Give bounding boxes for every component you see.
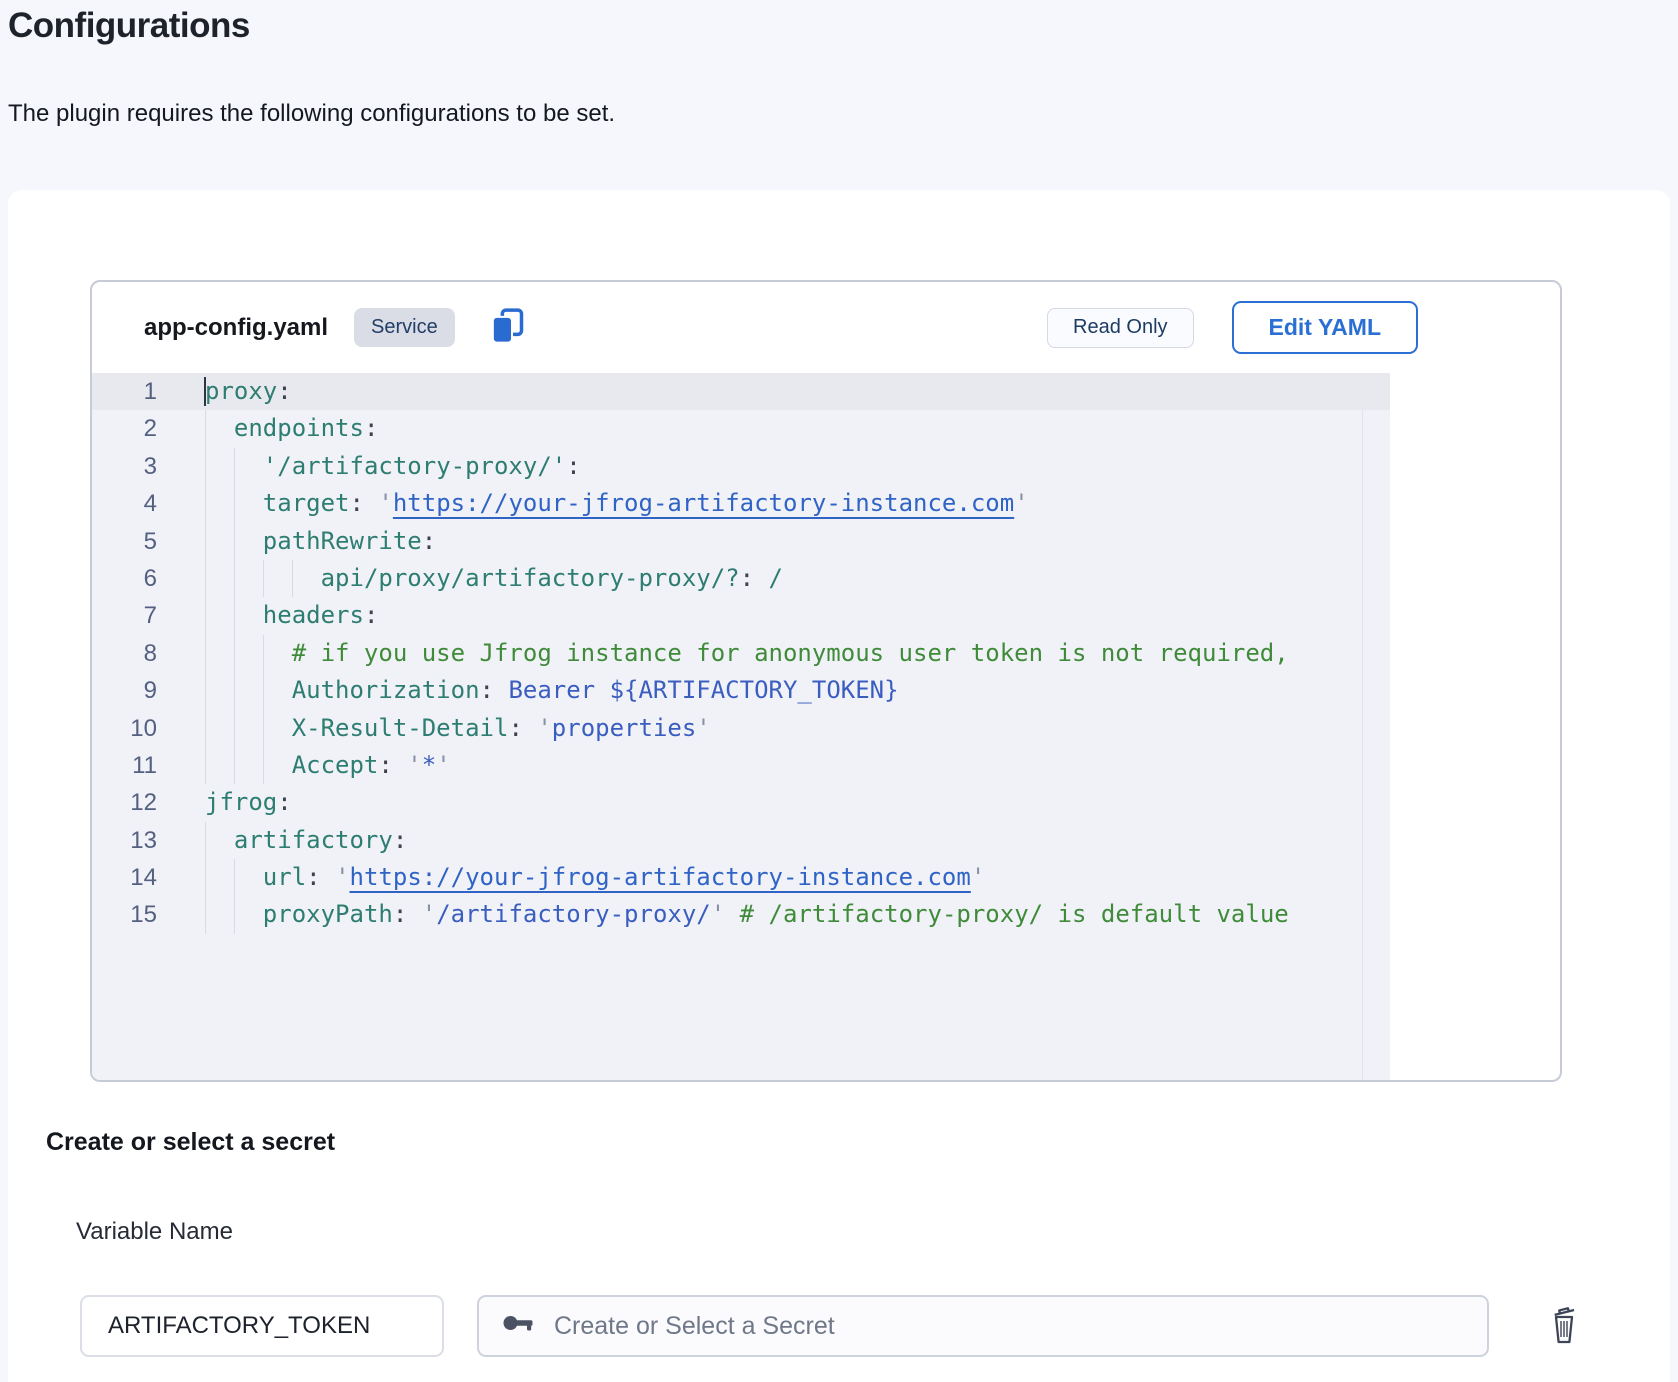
line-number: 3 <box>92 448 205 485</box>
line-number: 14 <box>92 859 205 896</box>
line-number: 12 <box>92 784 205 821</box>
line-number: 10 <box>92 710 205 747</box>
yaml-code-editor[interactable]: 1proxy:2endpoints:3'/artifactory-proxy/'… <box>92 373 1390 1080</box>
line-number: 11 <box>92 747 205 784</box>
configurations-panel: app-config.yaml Service Read Only Edit Y… <box>8 190 1670 1382</box>
line-number: 7 <box>92 597 205 634</box>
copy-button[interactable] <box>487 305 527 350</box>
code-line: 2endpoints: <box>92 410 1390 447</box>
line-number: 15 <box>92 896 205 933</box>
page-subtitle: The plugin requires the following config… <box>8 100 615 128</box>
code-line: 1proxy: <box>92 373 1390 410</box>
trash-icon <box>1546 1302 1582 1349</box>
read-only-button[interactable]: Read Only <box>1047 308 1194 348</box>
code-line: 8# if you use Jfrog instance for anonymo… <box>92 635 1390 672</box>
code-line: 3'/artifactory-proxy/': <box>92 448 1390 485</box>
secret-section-heading: Create or select a secret <box>46 1128 335 1157</box>
key-icon <box>503 1313 536 1340</box>
edit-yaml-button[interactable]: Edit YAML <box>1232 301 1418 354</box>
line-number: 8 <box>92 635 205 672</box>
line-number: 4 <box>92 485 205 522</box>
variable-name-input[interactable] <box>80 1295 444 1357</box>
line-number: 6 <box>92 560 205 597</box>
code-line: 12jfrog: <box>92 784 1390 821</box>
code-line: 4target: 'https://your-jfrog-artifactory… <box>92 485 1390 522</box>
service-badge: Service <box>354 308 455 347</box>
code-line: 9Authorization: Bearer ${ARTIFACTORY_TOK… <box>92 672 1390 709</box>
code-line: 14url: 'https://your-jfrog-artifactory-i… <box>92 859 1390 896</box>
editor-card-header: app-config.yaml Service Read Only Edit Y… <box>92 282 1560 373</box>
code-line: 7headers: <box>92 597 1390 634</box>
code-line: 5pathRewrite: <box>92 523 1390 560</box>
code-line: 13artifactory: <box>92 822 1390 859</box>
code-line: 11Accept: '*' <box>92 747 1390 784</box>
text-cursor <box>204 377 206 406</box>
code-line: 15proxyPath: '/artifactory-proxy/' # /ar… <box>92 896 1390 933</box>
delete-secret-button[interactable] <box>1544 1302 1584 1348</box>
line-number: 9 <box>92 672 205 709</box>
line-number: 13 <box>92 822 205 859</box>
file-name: app-config.yaml <box>144 314 328 342</box>
code-line: 6api/proxy/artifactory-proxy/?: / <box>92 560 1390 597</box>
code-lines: 1proxy:2endpoints:3'/artifactory-proxy/'… <box>92 373 1390 934</box>
line-number: 1 <box>92 373 205 410</box>
yaml-editor-card: app-config.yaml Service Read Only Edit Y… <box>90 280 1562 1082</box>
page-title: Configurations <box>8 6 250 46</box>
line-number: 5 <box>92 523 205 560</box>
secret-select-placeholder: Create or Select a Secret <box>554 1312 835 1341</box>
line-number: 2 <box>92 410 205 447</box>
secret-select-field[interactable]: Create or Select a Secret <box>477 1295 1489 1357</box>
code-line: 10X-Result-Detail: 'properties' <box>92 710 1390 747</box>
copy-icon <box>487 305 527 350</box>
variable-name-label: Variable Name <box>76 1218 233 1246</box>
